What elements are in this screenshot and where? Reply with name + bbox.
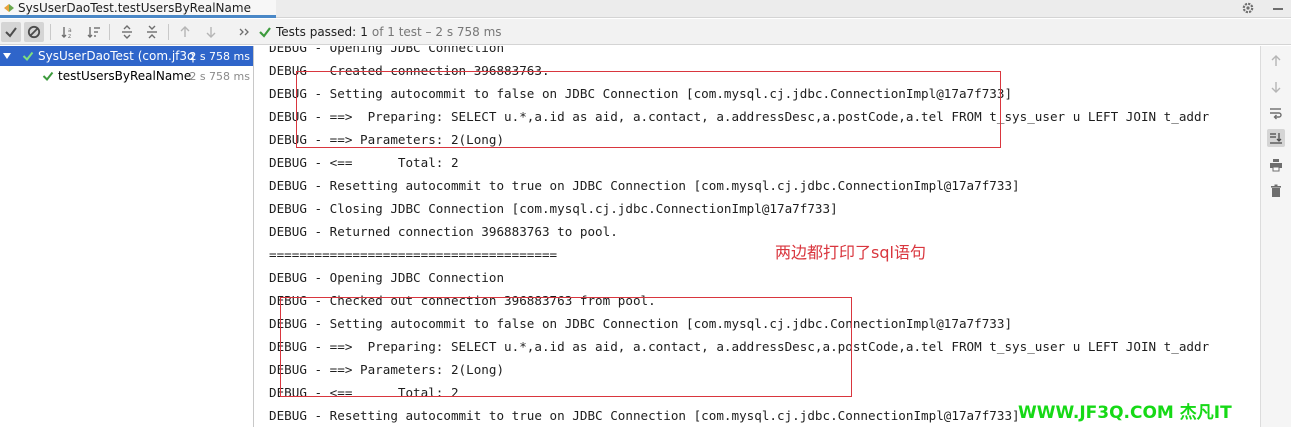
clear-all-icon — [1271, 184, 1281, 197]
show-ignored-icon — [27, 25, 41, 39]
sort-by-duration-icon — [87, 27, 100, 38]
console-line: DEBUG - Closing JDBC Connection [com.mys… — [269, 201, 838, 216]
scroll-to-end-button[interactable] — [1267, 129, 1285, 147]
soft-wrap-icon — [1270, 108, 1282, 120]
tree-item-label: SysUserDaoTest (com.jf3q.j — [38, 49, 196, 63]
print-button[interactable] — [1267, 156, 1285, 174]
highlight-box — [296, 71, 1001, 148]
expand-all-icon — [122, 25, 132, 39]
minimize-icon[interactable] — [1273, 8, 1283, 10]
console-line: DEBUG - Returned connection 396883763 to… — [269, 224, 618, 239]
show-ignored-button[interactable] — [24, 22, 44, 42]
console-actions — [1260, 46, 1291, 427]
tests-passed-count: 1 — [360, 25, 368, 39]
console-line: DEBUG - Opening JDBC Connection — [269, 270, 505, 285]
expand-all-button[interactable] — [117, 22, 137, 42]
more-button[interactable] — [234, 22, 254, 42]
watermark: WWW.JF3Q.COM 杰凡IT — [1018, 403, 1232, 423]
console-line: DEBUG - <== Total: 2 — [269, 155, 459, 170]
soft-wrap-button[interactable] — [1267, 104, 1285, 122]
toolbar-separator — [168, 24, 169, 40]
more-icon — [239, 28, 249, 36]
scroll-down-icon — [1271, 82, 1281, 93]
scroll-down-button[interactable] — [1267, 78, 1285, 96]
toolbar-separator — [109, 24, 110, 40]
run-tab[interactable]: SysUserDaoTest.testUsersByRealName — [0, 0, 276, 18]
svg-text:z: z — [68, 33, 71, 39]
console-line: ====================================== — [269, 247, 558, 262]
highlight-box — [280, 297, 852, 397]
console-line: DEBUG - Resetting autocommit to true on … — [269, 408, 1020, 423]
print-icon — [1270, 159, 1282, 172]
test-tree: SysUserDaoTest (com.jf3q.j 2 s 758 ms te… — [0, 46, 254, 427]
tests-passed-detail: of 1 test – 2 s 758 ms — [371, 25, 502, 39]
tree-item-label: testUsersByRealName — [58, 69, 192, 83]
passed-check-icon — [259, 27, 271, 38]
sort-by-duration-button[interactable] — [84, 22, 104, 42]
clear-all-button[interactable] — [1267, 182, 1285, 200]
tree-item-test[interactable]: testUsersByRealName 2 s 758 ms — [0, 66, 253, 86]
passed-check-icon — [42, 71, 54, 82]
console-output[interactable]: DEBUG - Opening JDBC Connection DEBUG - … — [255, 46, 1260, 427]
toolbar-separator — [50, 24, 51, 40]
gear-icon[interactable] — [1241, 1, 1255, 15]
chevron-down-icon[interactable] — [3, 53, 11, 59]
passed-check-icon — [22, 51, 34, 62]
tool-window-tab-bar: SysUserDaoTest.testUsersByRealName — [0, 0, 1291, 18]
scroll-up-button[interactable] — [1267, 52, 1285, 70]
next-failed-button[interactable] — [201, 22, 221, 42]
test-status: Tests passed: 1 of 1 test – 2 s 758 ms — [258, 19, 502, 45]
collapse-all-button[interactable] — [142, 22, 162, 42]
annotation-text: 两边都打印了sql语句 — [775, 243, 926, 262]
previous-failed-button[interactable] — [175, 22, 195, 42]
run-config-icon — [4, 4, 14, 12]
sort-alphabetically-icon: az — [61, 27, 72, 39]
console-line: DEBUG - Opening JDBC Connection — [269, 46, 505, 55]
next-failed-icon — [206, 27, 216, 38]
scroll-to-end-icon — [1270, 133, 1282, 144]
tests-passed-label: Tests passed: — [276, 25, 357, 39]
previous-failed-icon — [180, 26, 190, 37]
collapse-all-icon — [147, 25, 157, 39]
tree-item-time: 2 s 758 ms — [189, 69, 250, 83]
tree-item-root[interactable]: SysUserDaoTest (com.jf3q.j 2 s 758 ms — [0, 46, 253, 66]
show-passed-button[interactable] — [1, 22, 21, 42]
scroll-up-icon — [1271, 55, 1281, 66]
show-passed-icon — [5, 27, 17, 38]
console-line: DEBUG - Resetting autocommit to true on … — [269, 178, 1020, 193]
sort-alphabetically-button[interactable]: az — [58, 22, 78, 42]
test-runner-toolbar: az Tests passed: 1 of 1 test – 2 s 758 m… — [0, 19, 1291, 45]
run-tab-title: SysUserDaoTest.testUsersByRealName — [18, 0, 251, 15]
tree-item-time: 2 s 758 ms — [189, 49, 250, 63]
